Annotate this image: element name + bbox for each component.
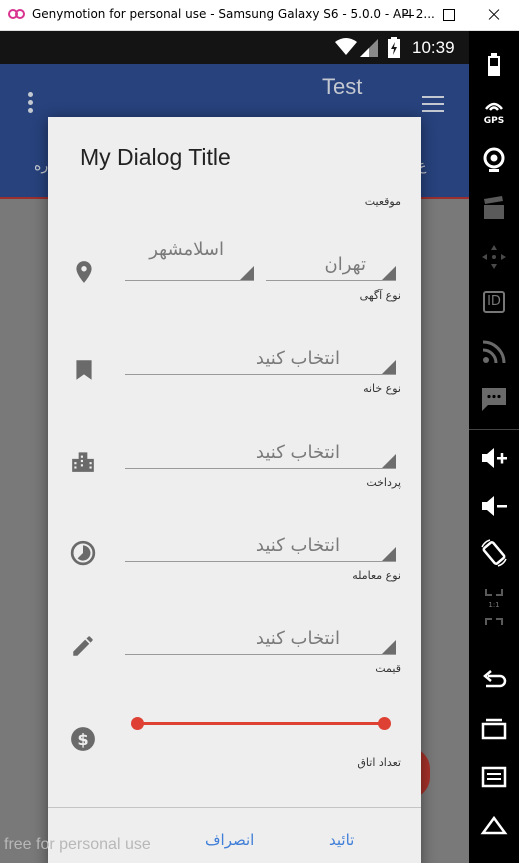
slider-min-knob[interactable] [131, 717, 144, 730]
dialog-divider [48, 807, 421, 808]
city-spinner[interactable]: اسلامشهر [125, 239, 254, 281]
city-value: اسلامشهر [149, 239, 224, 260]
gps-label: GPS [483, 116, 505, 126]
minimize-button[interactable] [398, 4, 420, 26]
location-label: موقعیت [364, 195, 401, 208]
pencil-icon [73, 636, 93, 656]
svg-text:$: $ [77, 730, 88, 749]
location-pin-icon [76, 261, 92, 283]
bookmark-icon [76, 360, 92, 380]
battery-icon[interactable] [478, 49, 510, 81]
window-titlebar: Genymotion for personal use - Samsung Ga… [0, 0, 519, 31]
ad-type-label: نوع آگهی [359, 289, 401, 302]
price-range-slider[interactable] [131, 717, 391, 730]
deal-type-spinner[interactable]: انتخاب کنید [125, 623, 396, 655]
house-type-spinner[interactable]: انتخاب کنید [125, 437, 396, 469]
close-button[interactable] [483, 4, 505, 26]
dropdown-arrow-icon [382, 547, 396, 561]
cancel-button[interactable]: انصراف [205, 831, 254, 849]
clapperboard-icon[interactable] [478, 193, 510, 225]
sms-icon[interactable] [478, 383, 510, 415]
id-icon[interactable]: ID [483, 291, 505, 313]
province-spinner[interactable]: تهران [266, 249, 396, 281]
dropdown-arrow-icon [382, 454, 396, 468]
signal-icon [360, 39, 378, 57]
pixel-perfect-icon[interactable]: 1:1 [478, 582, 510, 625]
payment-value: انتخاب کنید [255, 535, 340, 556]
rooms-label: تعداد اتاق [357, 756, 401, 769]
dpad-icon[interactable] [478, 241, 510, 273]
price-label: قیمت [375, 662, 401, 675]
menu-icon[interactable] [478, 760, 510, 792]
deal-type-label: نوع معامله [352, 569, 401, 582]
filter-dialog: My Dialog Title موقعیت اسلامشهر تهران نو… [48, 117, 421, 863]
volume-down-icon[interactable] [478, 490, 510, 522]
pixel-perfect-label: 1:1 [488, 601, 500, 609]
payment-spinner[interactable]: انتخاب کنید [125, 530, 396, 562]
deal-type-value: انتخاب کنید [255, 628, 340, 649]
slider-track [135, 722, 385, 725]
app-title: Test [322, 74, 363, 99]
overflow-menu-icon[interactable] [28, 92, 36, 114]
volume-up-icon[interactable] [478, 442, 510, 474]
watermark: free for personal use [4, 836, 151, 853]
window-title: Genymotion for personal use - Samsung Ga… [32, 7, 435, 21]
payment-label: پرداخت [366, 476, 401, 489]
rss-icon[interactable] [478, 336, 510, 368]
device-screen: 10:39 Test ره ع My Dialog Title موقعیت ا… [0, 31, 469, 863]
ad-type-spinner[interactable]: انتخاب کنید [125, 343, 396, 375]
dropdown-arrow-icon [382, 360, 396, 374]
house-type-label: نوع خانه [363, 382, 401, 395]
back-icon[interactable] [478, 665, 510, 697]
status-time: 10:39 [412, 38, 455, 57]
dropdown-arrow-icon [382, 640, 396, 654]
rotate-icon[interactable] [478, 537, 510, 569]
status-bar: 10:39 [0, 31, 469, 64]
home-icon[interactable] [478, 809, 510, 841]
dropdown-arrow-icon [382, 266, 396, 280]
dialog-title: My Dialog Title [80, 144, 231, 170]
recent-apps-icon[interactable] [478, 712, 510, 744]
ad-type-value: انتخاب کنید [255, 348, 340, 369]
tab-left[interactable]: ره [34, 158, 48, 174]
slider-max-knob[interactable] [378, 717, 391, 730]
battery-charging-icon [388, 37, 400, 58]
building-icon [72, 452, 94, 472]
wifi-icon [335, 38, 357, 55]
emulator-toolbar: GPS ID 1:1 [469, 31, 519, 863]
dollar-icon: $ [71, 727, 95, 751]
gps-icon[interactable]: GPS [478, 97, 510, 129]
maximize-button[interactable] [438, 4, 460, 26]
genymotion-logo-icon [8, 9, 26, 21]
province-value: تهران [324, 254, 366, 275]
confirm-button[interactable]: تائید [329, 831, 354, 849]
camera-icon[interactable] [478, 144, 510, 176]
dropdown-arrow-icon [240, 266, 254, 280]
house-type-value: انتخاب کنید [255, 442, 340, 463]
toolbar-separator [469, 429, 519, 430]
hamburger-menu-icon[interactable] [422, 96, 444, 117]
clock-icon [70, 540, 96, 566]
